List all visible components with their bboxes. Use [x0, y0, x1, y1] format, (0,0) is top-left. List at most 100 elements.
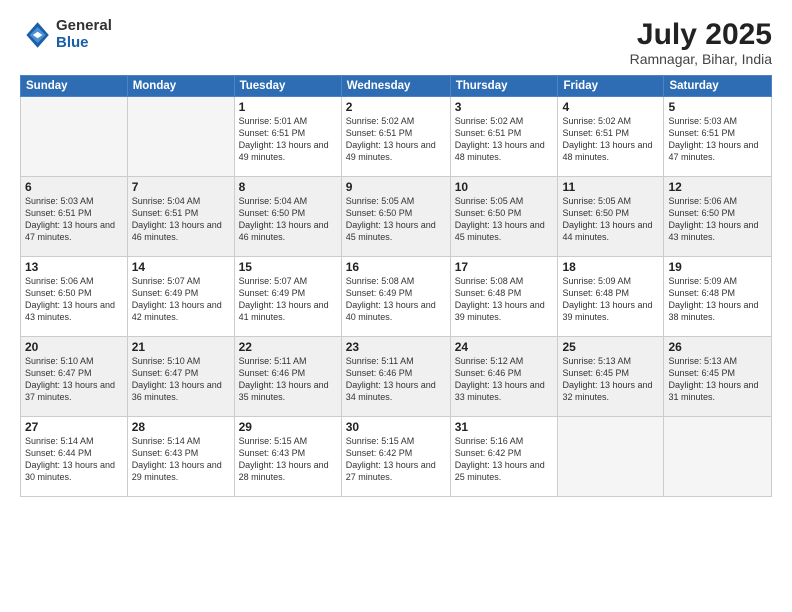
calendar-cell: 17Sunrise: 5:08 AMSunset: 6:48 PMDayligh…: [450, 257, 558, 337]
calendar-cell: 21Sunrise: 5:10 AMSunset: 6:47 PMDayligh…: [127, 337, 234, 417]
general-blue-icon: [20, 19, 52, 51]
calendar-cell: 30Sunrise: 5:15 AMSunset: 6:42 PMDayligh…: [341, 417, 450, 497]
calendar-cell: 3Sunrise: 5:02 AMSunset: 6:51 PMDaylight…: [450, 97, 558, 177]
calendar-cell: 4Sunrise: 5:02 AMSunset: 6:51 PMDaylight…: [558, 97, 664, 177]
calendar-cell: 13Sunrise: 5:06 AMSunset: 6:50 PMDayligh…: [21, 257, 128, 337]
day-number: 30: [346, 420, 446, 434]
logo-general: General: [56, 18, 112, 35]
day-number: 13: [25, 260, 123, 274]
day-info: Sunrise: 5:10 AMSunset: 6:47 PMDaylight:…: [132, 355, 230, 404]
day-info: Sunrise: 5:13 AMSunset: 6:45 PMDaylight:…: [668, 355, 767, 404]
calendar-cell: [21, 97, 128, 177]
day-number: 2: [346, 100, 446, 114]
day-number: 11: [562, 180, 659, 194]
day-number: 29: [239, 420, 337, 434]
logo-blue: Blue: [56, 35, 112, 52]
calendar-week-row: 1Sunrise: 5:01 AMSunset: 6:51 PMDaylight…: [21, 97, 772, 177]
day-number: 9: [346, 180, 446, 194]
day-info: Sunrise: 5:10 AMSunset: 6:47 PMDaylight:…: [25, 355, 123, 404]
day-number: 6: [25, 180, 123, 194]
calendar-cell: 27Sunrise: 5:14 AMSunset: 6:44 PMDayligh…: [21, 417, 128, 497]
calendar-cell: [127, 97, 234, 177]
header: General Blue July 2025 Ramnagar, Bihar, …: [20, 18, 772, 67]
logo-text: General Blue: [56, 18, 112, 51]
calendar-cell: 8Sunrise: 5:04 AMSunset: 6:50 PMDaylight…: [234, 177, 341, 257]
th-sunday: Sunday: [21, 76, 128, 97]
day-info: Sunrise: 5:09 AMSunset: 6:48 PMDaylight:…: [562, 275, 659, 324]
day-info: Sunrise: 5:16 AMSunset: 6:42 PMDaylight:…: [455, 435, 554, 484]
calendar-cell: 14Sunrise: 5:07 AMSunset: 6:49 PMDayligh…: [127, 257, 234, 337]
day-number: 19: [668, 260, 767, 274]
day-info: Sunrise: 5:02 AMSunset: 6:51 PMDaylight:…: [346, 115, 446, 164]
calendar-header-row: Sunday Monday Tuesday Wednesday Thursday…: [21, 76, 772, 97]
day-info: Sunrise: 5:07 AMSunset: 6:49 PMDaylight:…: [239, 275, 337, 324]
title-block: July 2025 Ramnagar, Bihar, India: [630, 18, 772, 67]
calendar-cell: 7Sunrise: 5:04 AMSunset: 6:51 PMDaylight…: [127, 177, 234, 257]
day-info: Sunrise: 5:02 AMSunset: 6:51 PMDaylight:…: [562, 115, 659, 164]
day-info: Sunrise: 5:03 AMSunset: 6:51 PMDaylight:…: [668, 115, 767, 164]
calendar-cell: [664, 417, 772, 497]
day-info: Sunrise: 5:01 AMSunset: 6:51 PMDaylight:…: [239, 115, 337, 164]
th-friday: Friday: [558, 76, 664, 97]
day-number: 27: [25, 420, 123, 434]
day-info: Sunrise: 5:06 AMSunset: 6:50 PMDaylight:…: [25, 275, 123, 324]
day-number: 25: [562, 340, 659, 354]
day-info: Sunrise: 5:05 AMSunset: 6:50 PMDaylight:…: [562, 195, 659, 244]
page: General Blue July 2025 Ramnagar, Bihar, …: [0, 0, 792, 612]
day-number: 4: [562, 100, 659, 114]
day-info: Sunrise: 5:03 AMSunset: 6:51 PMDaylight:…: [25, 195, 123, 244]
calendar-table: Sunday Monday Tuesday Wednesday Thursday…: [20, 75, 772, 497]
day-number: 12: [668, 180, 767, 194]
calendar-cell: 1Sunrise: 5:01 AMSunset: 6:51 PMDaylight…: [234, 97, 341, 177]
day-info: Sunrise: 5:04 AMSunset: 6:51 PMDaylight:…: [132, 195, 230, 244]
day-info: Sunrise: 5:14 AMSunset: 6:44 PMDaylight:…: [25, 435, 123, 484]
day-number: 3: [455, 100, 554, 114]
day-info: Sunrise: 5:05 AMSunset: 6:50 PMDaylight:…: [455, 195, 554, 244]
day-number: 16: [346, 260, 446, 274]
day-number: 31: [455, 420, 554, 434]
calendar-cell: 16Sunrise: 5:08 AMSunset: 6:49 PMDayligh…: [341, 257, 450, 337]
calendar-cell: 22Sunrise: 5:11 AMSunset: 6:46 PMDayligh…: [234, 337, 341, 417]
day-info: Sunrise: 5:09 AMSunset: 6:48 PMDaylight:…: [668, 275, 767, 324]
day-info: Sunrise: 5:14 AMSunset: 6:43 PMDaylight:…: [132, 435, 230, 484]
day-number: 7: [132, 180, 230, 194]
day-number: 23: [346, 340, 446, 354]
th-wednesday: Wednesday: [341, 76, 450, 97]
day-info: Sunrise: 5:08 AMSunset: 6:48 PMDaylight:…: [455, 275, 554, 324]
calendar-cell: 2Sunrise: 5:02 AMSunset: 6:51 PMDaylight…: [341, 97, 450, 177]
calendar-cell: 10Sunrise: 5:05 AMSunset: 6:50 PMDayligh…: [450, 177, 558, 257]
calendar-cell: 20Sunrise: 5:10 AMSunset: 6:47 PMDayligh…: [21, 337, 128, 417]
day-info: Sunrise: 5:15 AMSunset: 6:42 PMDaylight:…: [346, 435, 446, 484]
day-number: 10: [455, 180, 554, 194]
day-number: 28: [132, 420, 230, 434]
day-number: 18: [562, 260, 659, 274]
calendar-week-row: 6Sunrise: 5:03 AMSunset: 6:51 PMDaylight…: [21, 177, 772, 257]
calendar-cell: 31Sunrise: 5:16 AMSunset: 6:42 PMDayligh…: [450, 417, 558, 497]
calendar-cell: 6Sunrise: 5:03 AMSunset: 6:51 PMDaylight…: [21, 177, 128, 257]
day-info: Sunrise: 5:02 AMSunset: 6:51 PMDaylight:…: [455, 115, 554, 164]
day-info: Sunrise: 5:04 AMSunset: 6:50 PMDaylight:…: [239, 195, 337, 244]
day-number: 24: [455, 340, 554, 354]
th-monday: Monday: [127, 76, 234, 97]
calendar-week-row: 13Sunrise: 5:06 AMSunset: 6:50 PMDayligh…: [21, 257, 772, 337]
day-info: Sunrise: 5:05 AMSunset: 6:50 PMDaylight:…: [346, 195, 446, 244]
calendar-cell: 15Sunrise: 5:07 AMSunset: 6:49 PMDayligh…: [234, 257, 341, 337]
day-info: Sunrise: 5:06 AMSunset: 6:50 PMDaylight:…: [668, 195, 767, 244]
calendar-cell: 19Sunrise: 5:09 AMSunset: 6:48 PMDayligh…: [664, 257, 772, 337]
calendar-week-row: 27Sunrise: 5:14 AMSunset: 6:44 PMDayligh…: [21, 417, 772, 497]
day-info: Sunrise: 5:11 AMSunset: 6:46 PMDaylight:…: [346, 355, 446, 404]
th-saturday: Saturday: [664, 76, 772, 97]
day-number: 15: [239, 260, 337, 274]
th-tuesday: Tuesday: [234, 76, 341, 97]
day-info: Sunrise: 5:08 AMSunset: 6:49 PMDaylight:…: [346, 275, 446, 324]
calendar-cell: 23Sunrise: 5:11 AMSunset: 6:46 PMDayligh…: [341, 337, 450, 417]
calendar-cell: 26Sunrise: 5:13 AMSunset: 6:45 PMDayligh…: [664, 337, 772, 417]
day-number: 22: [239, 340, 337, 354]
day-number: 14: [132, 260, 230, 274]
calendar-cell: 5Sunrise: 5:03 AMSunset: 6:51 PMDaylight…: [664, 97, 772, 177]
day-info: Sunrise: 5:12 AMSunset: 6:46 PMDaylight:…: [455, 355, 554, 404]
location: Ramnagar, Bihar, India: [630, 51, 772, 67]
calendar-cell: 18Sunrise: 5:09 AMSunset: 6:48 PMDayligh…: [558, 257, 664, 337]
day-number: 8: [239, 180, 337, 194]
calendar-cell: 28Sunrise: 5:14 AMSunset: 6:43 PMDayligh…: [127, 417, 234, 497]
